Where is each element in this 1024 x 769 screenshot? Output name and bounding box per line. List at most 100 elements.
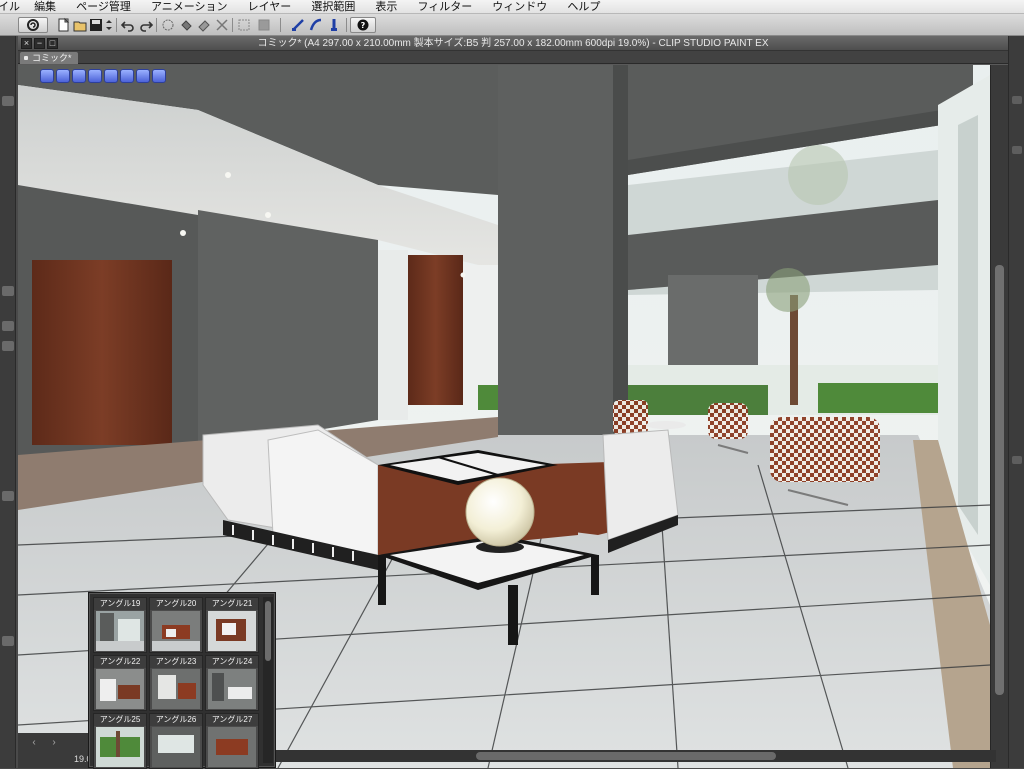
canvas-status-bar: ‹ › 19.0 — [18, 733, 92, 768]
right-panel-edge — [1008, 36, 1024, 768]
angle-label: アングル27 — [206, 714, 258, 726]
angle-thumbnail — [152, 727, 200, 767]
svg-text:?: ? — [361, 21, 366, 30]
invert-selection-icon[interactable] — [256, 17, 272, 33]
tab-comic[interactable]: コミック* — [20, 52, 78, 64]
angle-thumbnail — [152, 611, 200, 651]
camera-controls — [40, 69, 168, 83]
snap-special-ruler-icon[interactable] — [308, 17, 324, 33]
angle-thumbnail — [208, 669, 256, 709]
menu-filter[interactable]: フィルター — [417, 0, 472, 14]
chevron-right-icon[interactable]: › — [48, 737, 60, 749]
menu-animation[interactable]: アニメーション — [151, 0, 228, 14]
angle-preset[interactable]: アングル26 — [149, 713, 203, 769]
angle-label: アングル25 — [94, 714, 146, 726]
panel-handle[interactable] — [1012, 96, 1022, 104]
menu-selection[interactable]: 選択範囲 — [311, 0, 355, 14]
angle-label: アングル21 — [206, 598, 258, 610]
angle-thumbnail — [96, 611, 144, 651]
erase-icon[interactable] — [160, 17, 176, 33]
undo-icon[interactable] — [120, 17, 136, 33]
panel-handle[interactable] — [2, 636, 14, 646]
angle-label: アングル26 — [150, 714, 202, 726]
window-controls: × − □ — [21, 38, 60, 49]
angle-panel-scroll-thumb[interactable] — [265, 601, 271, 661]
rotate-object-icon[interactable] — [88, 69, 102, 83]
chevron-left-icon[interactable]: ‹ — [28, 737, 40, 749]
horizontal-scrollbar[interactable] — [276, 750, 996, 762]
panel-handle[interactable] — [1012, 456, 1022, 464]
menu-view[interactable]: 表示 — [375, 0, 397, 14]
angle-thumbnail — [96, 669, 144, 709]
menu-file[interactable]: イル — [0, 0, 20, 14]
angle-preset[interactable]: アングル20 — [149, 597, 203, 653]
arrange-object-icon[interactable] — [136, 69, 150, 83]
angle-label: アングル20 — [150, 598, 202, 610]
save-icon[interactable] — [88, 17, 104, 33]
camera-angle-presets: アングル19 アングル20 アングル21 アングル22 アングル23 アングル2… — [88, 592, 276, 769]
save-dropdown-icon[interactable] — [104, 17, 114, 33]
menu-page-management[interactable]: ページ管理 — [76, 0, 131, 14]
angle-label: アングル24 — [206, 656, 258, 668]
panel-handle[interactable] — [2, 96, 14, 106]
help-icon[interactable]: ? — [350, 17, 376, 33]
rotate-object-alt-icon[interactable] — [120, 69, 134, 83]
move-camera-icon[interactable] — [72, 69, 86, 83]
vertical-scrollbar[interactable] — [990, 65, 1008, 768]
clear-icon[interactable] — [196, 17, 212, 33]
move-object-icon[interactable] — [104, 69, 118, 83]
menu-help[interactable]: ヘルプ — [567, 0, 600, 14]
document-title-bar: × − □ コミック* (A4 297.00 x 210.00mm 製本サイズ:B5… — [18, 36, 1008, 51]
angle-preset[interactable]: アングル27 — [205, 713, 259, 769]
menu-window[interactable]: ウィンドウ — [492, 0, 547, 14]
angle-preset[interactable]: アングル23 — [149, 655, 203, 711]
toolbar-separator — [280, 18, 281, 32]
panel-handle[interactable] — [2, 286, 14, 296]
toolbar-separator — [232, 18, 233, 32]
menu-edit[interactable]: 編集 — [34, 0, 56, 14]
angle-label: アングル19 — [94, 598, 146, 610]
panel-handle[interactable] — [2, 341, 14, 351]
panel-handle[interactable] — [2, 491, 14, 501]
rotate-camera-icon[interactable] — [40, 69, 54, 83]
deselect-icon[interactable] — [236, 17, 252, 33]
snap-grid-icon[interactable] — [326, 17, 342, 33]
angle-preset[interactable]: アングル19 — [93, 597, 147, 653]
new-file-icon[interactable] — [56, 17, 72, 33]
command-bar: ? — [0, 14, 1024, 36]
angle-thumbnail — [152, 669, 200, 709]
angle-preset[interactable]: アングル24 — [205, 655, 259, 711]
panel-handle[interactable] — [1012, 146, 1022, 154]
fill-icon[interactable] — [178, 17, 194, 33]
toolbar-separator — [346, 18, 347, 32]
angle-panel-scrollbar[interactable] — [263, 597, 273, 763]
document-tab-strip: コミック* — [18, 51, 1008, 64]
snap-ruler-icon[interactable] — [290, 17, 306, 33]
minimize-window-button[interactable]: − — [34, 38, 45, 49]
angle-thumbnail — [208, 727, 256, 767]
maximize-window-button[interactable]: □ — [47, 38, 58, 49]
document-title: コミック* (A4 297.00 x 210.00mm 製本サイズ:B5 判 2… — [257, 38, 769, 49]
pan-camera-icon[interactable] — [56, 69, 70, 83]
angle-label: アングル22 — [94, 656, 146, 668]
angle-label: アングル23 — [150, 656, 202, 668]
vertical-scroll-thumb[interactable] — [995, 265, 1004, 695]
left-panel-edge — [0, 36, 16, 768]
panel-handle[interactable] — [2, 321, 14, 331]
redo-icon[interactable] — [138, 17, 154, 33]
menu-bar: イル 編集 ページ管理 アニメーション レイヤー 選択範囲 表示 フィルター ウ… — [0, 0, 1024, 14]
open-file-icon[interactable] — [72, 17, 88, 33]
angle-preset[interactable]: アングル21 — [205, 597, 259, 653]
toolbar-separator — [116, 18, 117, 32]
roll-object-icon[interactable] — [152, 69, 166, 83]
toolbar-separator — [156, 18, 157, 32]
angle-preset[interactable]: アングル22 — [93, 655, 147, 711]
angle-thumbnail — [208, 611, 256, 651]
angle-preset[interactable]: アングル25 — [93, 713, 147, 769]
angle-thumbnail — [96, 727, 144, 767]
close-window-button[interactable]: × — [21, 38, 32, 49]
transform-icon[interactable] — [214, 17, 230, 33]
horizontal-scroll-thumb[interactable] — [476, 752, 776, 760]
menu-layer[interactable]: レイヤー — [248, 0, 292, 14]
clip-studio-icon[interactable] — [18, 17, 48, 33]
